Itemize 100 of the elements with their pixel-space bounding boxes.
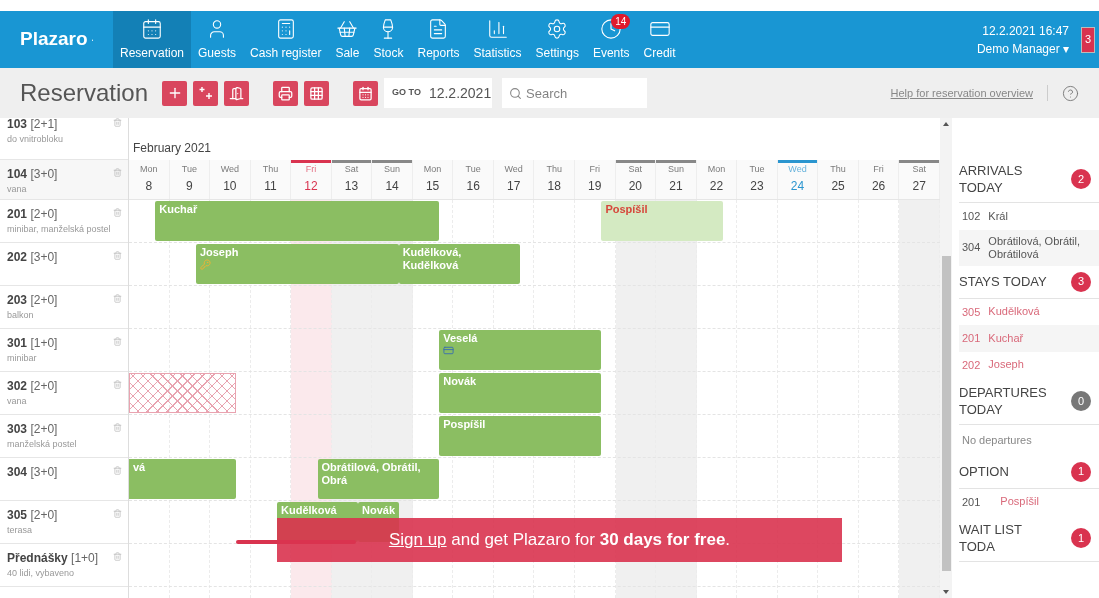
search-icon <box>509 87 523 100</box>
day-header: Fri 19 <box>575 160 616 199</box>
guest-entry[interactable]: 201 Pospíšil <box>959 488 1099 515</box>
bin-icon <box>113 552 122 561</box>
guest-entry[interactable]: 201 Kuchař <box>959 325 1099 352</box>
count-badge: 3 <box>1071 271 1091 292</box>
notification-calendar[interactable]: 3 <box>1081 26 1095 53</box>
day-header: Wed 17 <box>493 160 535 199</box>
section-title: DEPARTURES TODAY <box>959 384 1048 418</box>
bin-icon <box>113 423 122 432</box>
scroll-down-icon[interactable] <box>943 590 949 594</box>
day-header: Tue 16 <box>453 160 494 199</box>
print-button[interactable] <box>273 80 299 106</box>
nav-tab[interactable]: Credit <box>636 11 683 68</box>
nav-tab[interactable]: Events 14 <box>585 11 637 68</box>
bin-icon <box>113 294 122 303</box>
day-header: Tue 23 <box>737 160 778 199</box>
bin-icon <box>113 168 122 177</box>
room-note: balkon <box>7 309 35 322</box>
day-header: Thu 11 <box>250 160 292 199</box>
nav-tab[interactable]: Guests <box>191 11 244 68</box>
grid-icon <box>309 85 325 101</box>
scrollbar[interactable] <box>940 118 952 598</box>
room-label: 301 [1+0] <box>7 335 58 352</box>
bin-icon <box>113 380 122 389</box>
page-title: Reservation <box>20 78 149 108</box>
signup-link[interactable]: Sign up <box>388 530 447 550</box>
day-header: Sun 21 <box>656 160 697 199</box>
guest-entry[interactable]: 102 Král <box>959 203 1099 230</box>
room-note: do vnitrobloku <box>7 133 64 146</box>
grid-button[interactable] <box>304 80 330 106</box>
settings-icon <box>546 17 569 40</box>
count-badge: 2 <box>1071 169 1091 189</box>
nav-tab[interactable]: Settings <box>528 11 586 68</box>
section-title: ARRIVALS TODAY <box>959 162 1024 196</box>
count-badge: 14 <box>611 14 631 29</box>
checkout-button[interactable] <box>224 80 250 106</box>
search-field[interactable]: Search <box>502 78 648 108</box>
reservation-bar[interactable]: Veselá <box>439 330 602 370</box>
day-header: Sat 13 <box>331 160 373 199</box>
reservation-bar[interactable]: Pospíšil <box>601 201 724 241</box>
room-label: 202 [3+0] <box>7 249 58 266</box>
user-menu[interactable]: Demo Manager ▾ <box>976 39 1069 58</box>
bin-icon <box>113 208 122 217</box>
reservation-bar[interactable]: Kuchař <box>155 201 440 241</box>
room-label: 304 [3+0] <box>7 464 58 481</box>
bin-icon <box>113 466 122 475</box>
reservation-bar[interactable]: Pospíšil <box>439 416 602 456</box>
day-header: Tue 9 <box>169 160 211 199</box>
day-header: Sat 27 <box>899 160 940 199</box>
day-header: Wed 10 <box>210 160 251 199</box>
day-header: Thu 25 <box>818 160 859 199</box>
room-label: Přednášky [1+0] <box>7 550 99 567</box>
day-header: Mon 15 <box>412 160 454 199</box>
guest-entry[interactable]: 202 Joseph <box>959 351 1099 378</box>
nav-tab[interactable]: Cash register <box>243 11 329 68</box>
reservation-bar[interactable]: Joseph <box>195 244 399 284</box>
add-multiple-button[interactable] <box>193 80 219 106</box>
reservation-bar[interactable]: Kudělková, Kudělková <box>398 244 521 284</box>
room-label: 203 [2+0] <box>7 292 58 309</box>
nav-tab[interactable]: Reservation <box>113 11 192 68</box>
nav-tab[interactable]: Statistics <box>466 11 529 68</box>
date-time: 12.2.2021 16:47 <box>982 22 1069 40</box>
bin-icon <box>113 251 122 260</box>
room-note: 40 lidi, vybaveno <box>7 567 76 580</box>
room-label: 303 [2+0] <box>7 421 59 438</box>
scroll-up-icon[interactable] <box>943 122 949 126</box>
day-header: Mon 22 <box>696 160 738 199</box>
room-note: vana <box>7 183 28 196</box>
nav-tab[interactable]: Sale <box>328 11 367 68</box>
day-header: Fri 12 <box>291 160 332 199</box>
nav-tab[interactable]: Stock <box>366 11 411 68</box>
count-badge: 0 <box>1071 391 1091 411</box>
room-label: 305 [2+0] <box>7 507 58 524</box>
help-link[interactable]: Help for reservation overview <box>890 84 1033 102</box>
room-label: 302 [2+0] <box>7 378 58 395</box>
signup-text: Sign up and get Plazaro for 30 days for free. <box>388 529 731 552</box>
add-button[interactable] <box>162 80 188 106</box>
door-icon <box>229 85 245 101</box>
room-note: terasa <box>7 524 33 537</box>
calendar-icon <box>141 17 163 40</box>
day-header: Sun 14 <box>372 160 413 199</box>
room-label: 201 [2+0] <box>7 206 59 223</box>
nav-tab[interactable]: Reports <box>410 11 467 68</box>
section-title: STAYS TODAY <box>959 273 1048 290</box>
reservation-bar[interactable]: Novák <box>439 373 602 413</box>
bin-icon <box>113 118 122 127</box>
guest-entry[interactable]: 305 Kudělková <box>959 298 1099 325</box>
calendar-button[interactable] <box>353 80 379 106</box>
day-header: Sat 20 <box>615 160 657 199</box>
reservation-bar[interactable]: Obrátilová, Obrátil, Obrá <box>317 459 440 499</box>
section-title: OPTION <box>959 463 1010 480</box>
reservation-bar[interactable]: vá <box>129 459 237 499</box>
empty-message: No departures <box>961 433 1033 448</box>
day-header: Mon 8 <box>129 160 170 199</box>
goto-date-field[interactable]: GO TO 12.2.2021 <box>384 78 493 108</box>
brand-logo[interactable]: Plazaro <box>0 11 113 68</box>
help-icon[interactable] <box>1062 84 1079 102</box>
day-header: Thu 18 <box>534 160 575 199</box>
calendar-icon <box>358 85 374 101</box>
